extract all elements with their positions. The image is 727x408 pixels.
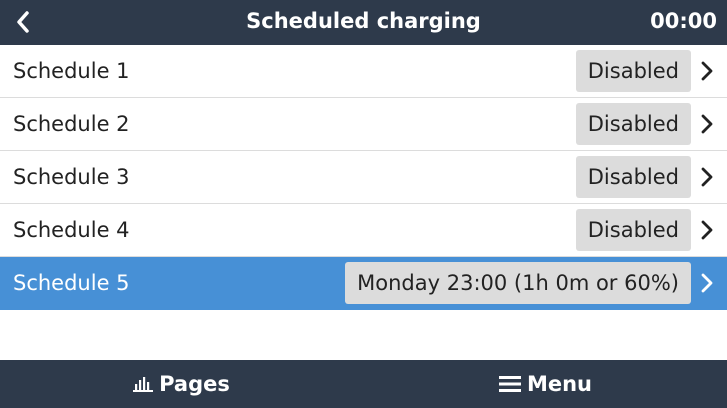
schedule-value: Disabled: [575, 50, 691, 92]
bar-chart-icon: [133, 376, 154, 392]
schedule-value: Disabled: [575, 103, 691, 145]
pages-button[interactable]: Pages: [0, 360, 363, 408]
scheduled-charging-screen: Scheduled charging 00:00 Schedule 1 Disa…: [0, 0, 727, 408]
schedule-value: Monday 23:00 (1h 0m or 60%): [345, 262, 691, 304]
schedule-label: Schedule 1: [13, 59, 130, 83]
schedule-label: Schedule 4: [13, 218, 130, 242]
footer-bar: Pages Menu: [0, 360, 727, 408]
chevron-right-icon: [701, 114, 713, 134]
pages-label: Pages: [159, 372, 230, 396]
schedule-row-5[interactable]: Schedule 5 Monday 23:00 (1h 0m or 60%): [0, 257, 727, 310]
chevron-right-icon: [701, 273, 713, 293]
schedule-label: Schedule 3: [13, 165, 130, 189]
schedule-value: Disabled: [575, 209, 691, 251]
schedule-row-2[interactable]: Schedule 2 Disabled: [0, 98, 727, 151]
menu-button[interactable]: Menu: [364, 360, 727, 408]
schedule-row-4[interactable]: Schedule 4 Disabled: [0, 204, 727, 257]
chevron-right-icon: [701, 61, 713, 81]
schedule-list: Schedule 1 Disabled Schedule 2 Disabled …: [0, 45, 727, 310]
schedule-row-1[interactable]: Schedule 1 Disabled: [0, 45, 727, 98]
schedule-row-3[interactable]: Schedule 3 Disabled: [0, 151, 727, 204]
menu-label: Menu: [526, 372, 593, 396]
hamburger-menu-icon: [498, 375, 521, 393]
chevron-right-icon: [701, 167, 713, 187]
header-bar: Scheduled charging 00:00: [0, 0, 727, 45]
schedule-value: Disabled: [575, 156, 691, 198]
clock-time: 00:00: [650, 9, 717, 33]
page-title: Scheduled charging: [246, 9, 481, 33]
chevron-right-icon: [701, 220, 713, 240]
schedule-label: Schedule 5: [13, 271, 130, 295]
schedule-label: Schedule 2: [13, 112, 130, 136]
